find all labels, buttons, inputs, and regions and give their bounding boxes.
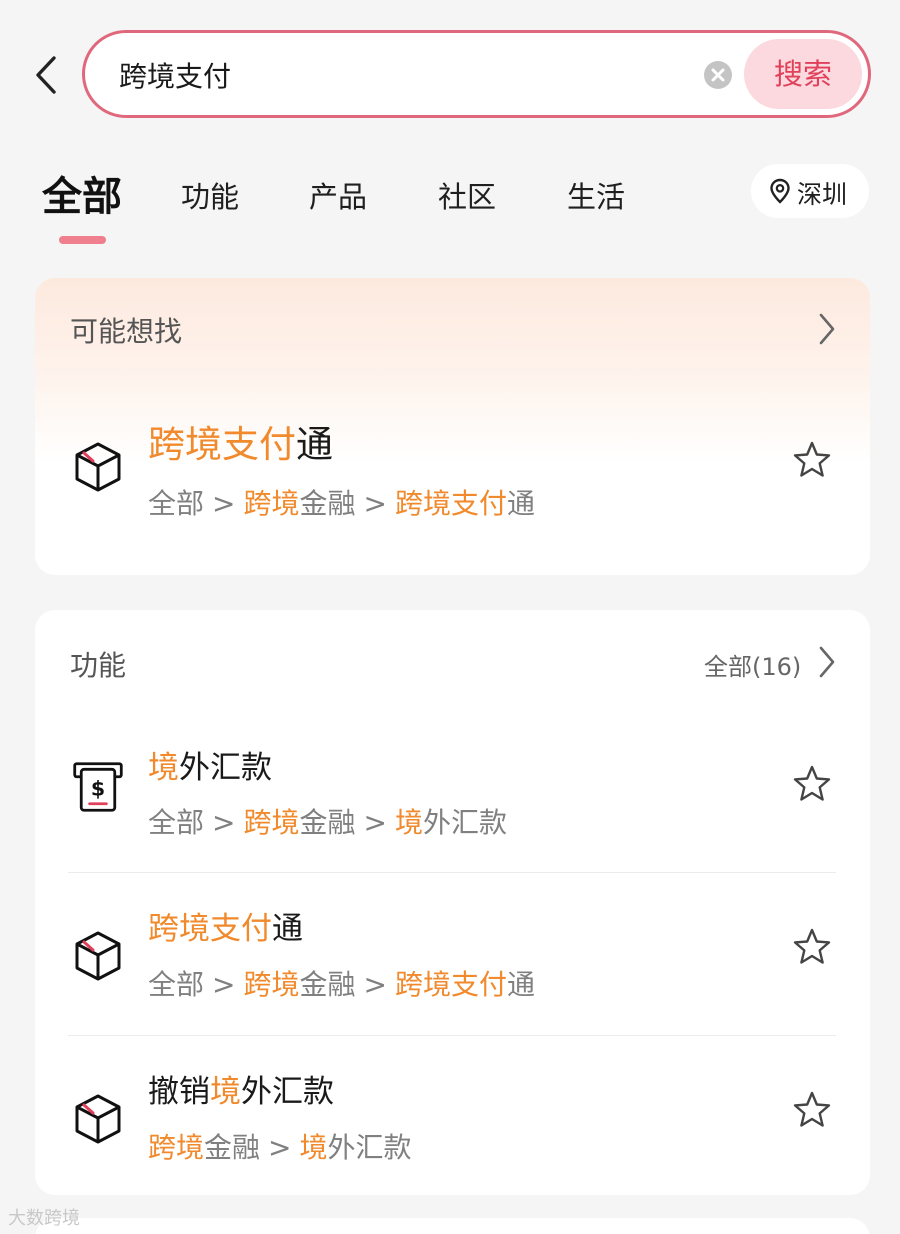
watermark: 大数跨境 <box>8 1208 80 1229</box>
package-box-icon <box>75 931 121 981</box>
tab-all[interactable]: 全部 <box>42 164 122 222</box>
breadcrumb-separator: > <box>212 968 236 1001</box>
text-segment: 金融 <box>299 806 356 839</box>
text-segment: 外汇款 <box>241 1074 334 1110</box>
suggestion-card: 可能想找 跨境支付通 全部 > 跨境金融 > 跨境支付通 <box>35 278 870 575</box>
item-title: 跨境支付通 <box>148 903 303 948</box>
search-input[interactable] <box>119 53 679 97</box>
function-item[interactable]: 跨境支付通 全部 > 跨境金融 > 跨境支付通 <box>35 873 870 1035</box>
text-segment: 全部 <box>148 968 205 1001</box>
category-tabs: 全部 功能 产品 社区 生活 深圳 <box>0 150 900 260</box>
highlighted-text: 跨境 <box>148 1131 205 1164</box>
star-icon[interactable] <box>792 764 832 804</box>
breadcrumb-separator: > <box>363 968 387 1001</box>
highlighted-text: 跨境 <box>243 487 300 520</box>
tab-community[interactable]: 社区 <box>438 174 496 216</box>
breadcrumb-separator: > <box>212 487 236 520</box>
text-segment: 全部 <box>148 806 205 839</box>
highlighted-text: 跨境支付 <box>148 423 296 466</box>
location-pin-icon <box>770 178 790 204</box>
suggested-item[interactable]: 跨境支付通 全部 > 跨境金融 > 跨境支付通 <box>35 398 870 538</box>
text-segment: 金融 <box>299 968 356 1001</box>
search-box: 搜索 <box>82 30 871 118</box>
text-segment: 外汇款 <box>179 750 272 786</box>
view-all-functions-link[interactable]: 全部(16) <box>704 647 801 682</box>
item-title: 跨境支付通 <box>148 414 333 468</box>
item-breadcrumb: 全部 > 跨境金融 > 跨境支付通 <box>148 482 535 522</box>
text-segment: 外汇款 <box>327 1131 412 1164</box>
breadcrumb-separator: > <box>212 806 236 839</box>
chevron-left-icon <box>36 56 56 94</box>
text-segment: 金融 <box>299 487 356 520</box>
tab-product[interactable]: 产品 <box>309 174 367 216</box>
highlighted-text: 境 <box>210 1074 241 1110</box>
highlighted-text: 境 <box>148 750 179 786</box>
active-tab-indicator <box>59 236 106 244</box>
star-icon[interactable] <box>792 440 832 480</box>
item-breadcrumb: 跨境金融 > 境外汇款 <box>148 1126 412 1166</box>
function-item[interactable]: $ 境外汇款 全部 > 跨境金融 > 境外汇款 <box>35 722 870 872</box>
text-segment: 通 <box>507 968 536 1001</box>
close-icon <box>711 68 725 82</box>
item-breadcrumb: 全部 > 跨境金融 > 境外汇款 <box>148 801 507 841</box>
highlighted-text: 跨境支付 <box>394 487 507 520</box>
chevron-right-icon[interactable] <box>817 312 837 346</box>
highlighted-text: 跨境支付 <box>394 968 507 1001</box>
highlighted-text: 跨境 <box>243 806 300 839</box>
star-icon[interactable] <box>792 927 832 967</box>
item-title: 撤销境外汇款 <box>148 1066 334 1111</box>
breadcrumb-separator: > <box>363 487 387 520</box>
text-segment: 通 <box>272 911 303 947</box>
star-icon[interactable] <box>792 1090 832 1130</box>
clear-search-button[interactable] <box>704 61 732 89</box>
text-segment: 外汇款 <box>423 806 508 839</box>
breadcrumb-separator: > <box>363 806 387 839</box>
highlighted-text: 跨境支付 <box>148 911 272 947</box>
tab-function[interactable]: 功能 <box>181 174 239 216</box>
svg-text:$: $ <box>91 776 105 800</box>
function-card-title: 功能 <box>70 649 127 682</box>
package-box-icon <box>75 442 121 492</box>
package-box-icon <box>75 1094 121 1144</box>
search-button[interactable]: 搜索 <box>744 39 862 109</box>
highlighted-text: 跨境 <box>243 968 300 1001</box>
function-item[interactable]: 撤销境外汇款 跨境金融 > 境外汇款 <box>35 1036 870 1195</box>
search-header: 搜索 <box>0 0 900 150</box>
next-results-card <box>35 1218 870 1234</box>
chevron-right-icon[interactable] <box>817 645 837 679</box>
highlighted-text: 境 <box>299 1131 328 1164</box>
text-segment: 撤销 <box>148 1074 210 1110</box>
dollar-remittance-icon: $ <box>73 762 123 812</box>
breadcrumb-separator: > <box>268 1131 292 1164</box>
suggestion-card-title: 可能想找 <box>70 315 183 348</box>
text-segment: 通 <box>296 423 333 466</box>
item-breadcrumb: 全部 > 跨境金融 > 跨境支付通 <box>148 963 535 1003</box>
text-segment: 全部 <box>148 487 205 520</box>
back-button[interactable] <box>30 52 66 98</box>
item-title: 境外汇款 <box>148 742 272 787</box>
location-label: 深圳 <box>797 180 848 209</box>
text-segment: 通 <box>507 487 536 520</box>
text-segment: 金融 <box>204 1131 261 1164</box>
tab-life[interactable]: 生活 <box>567 174 625 216</box>
highlighted-text: 境 <box>394 806 423 839</box>
location-selector[interactable]: 深圳 <box>751 164 869 218</box>
function-results-card: 功能 全部(16) $ 境外汇款 全部 > 跨境金融 > 境外汇款 跨境支付通 全部 > 跨… <box>35 610 870 1195</box>
